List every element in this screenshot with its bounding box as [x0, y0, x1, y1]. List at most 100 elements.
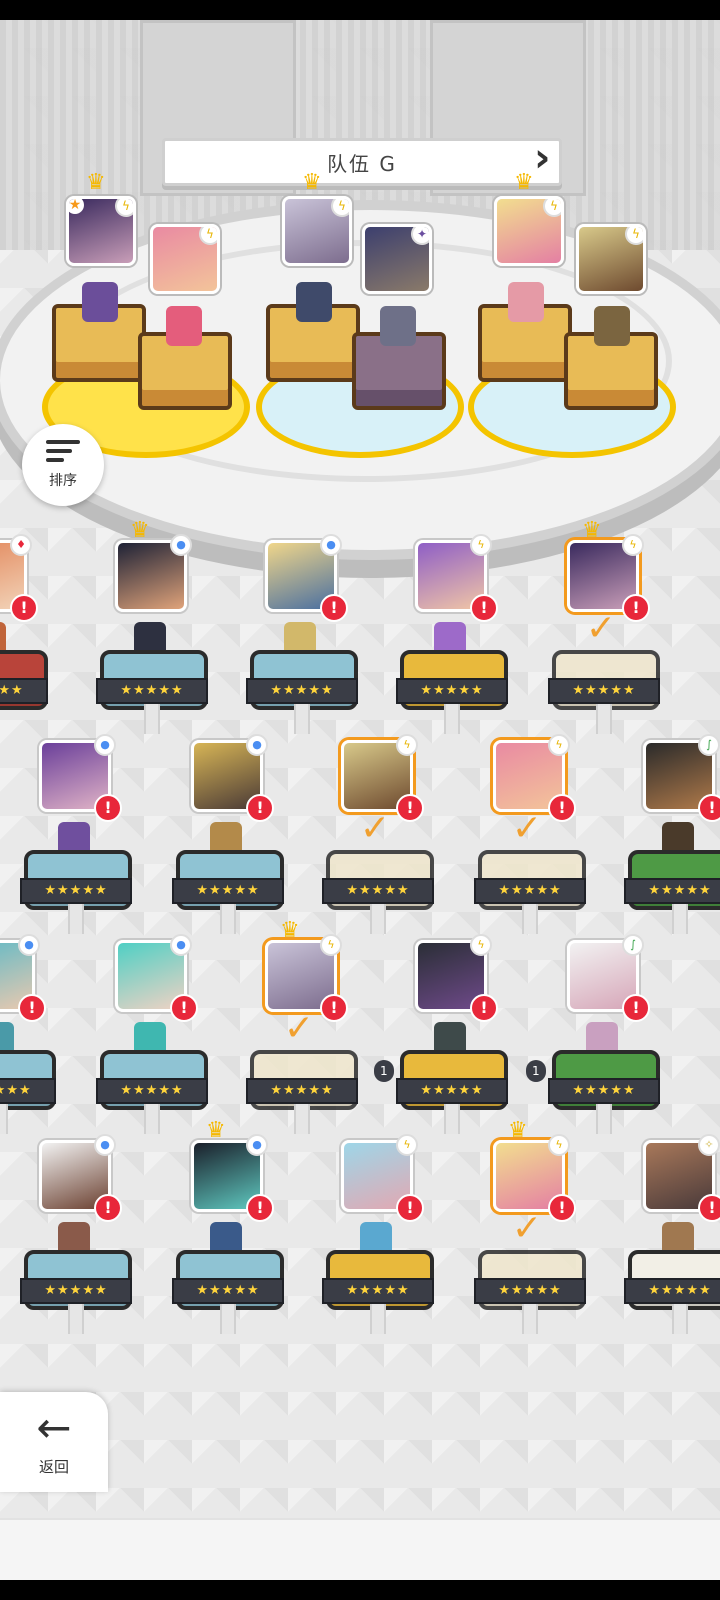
water-element-icon: ● [94, 734, 116, 756]
hero-slot[interactable]: ♛ ϟ ! ✓ ★★★★★ [474, 1118, 588, 1334]
star-rating: ★★★★★ [548, 1078, 660, 1104]
star-rating: ★★★★★ [322, 1278, 434, 1304]
hero-slot[interactable]: ∫ ! 1 ★★★★★ [526, 934, 662, 1134]
hero-slot[interactable]: ● ! ★★★★★ [20, 734, 134, 934]
check-icon: ✓ [283, 1008, 315, 1049]
lineup-portrait[interactable]: ϟ [494, 196, 564, 266]
dark-element-icon: ✦ [411, 227, 429, 245]
lineup-figure[interactable] [508, 282, 544, 322]
warning-icon: ! [170, 994, 198, 1022]
star-rating: ★★★★★ [474, 1278, 586, 1304]
hero-slot[interactable]: ϟ ! ✓ ★★★★★ [322, 734, 436, 934]
hero-slot[interactable]: ϟ ! 1 ★★★★★ [374, 934, 510, 1134]
star-rating: ★★★★★ [624, 878, 720, 904]
lightning-icon: ϟ [548, 734, 570, 756]
star-rating: ★★★★★ [246, 678, 358, 704]
lightning-icon: ϟ [199, 227, 217, 245]
star-rating: ★★★★★ [0, 678, 48, 704]
lineup-portrait[interactable]: ϟ [150, 224, 220, 294]
pedestal-pole [522, 904, 538, 934]
star-rating: ★★★★★ [96, 678, 208, 704]
water-element-icon: ● [246, 1134, 268, 1156]
warning-icon: ! [548, 1194, 576, 1222]
check-icon: ✓ [511, 1208, 543, 1249]
warning-icon: ! [246, 1194, 274, 1222]
sort-button[interactable]: 排序 [22, 424, 104, 506]
hero-slot[interactable]: ϟ ! ✓ ★★★★★ [474, 734, 588, 934]
hero-slot[interactable]: ● ! ★★★★★ [246, 534, 360, 734]
warning-icon: ! [396, 794, 424, 822]
hero-slot[interactable]: ♦ ! ★★★★★ [0, 534, 50, 730]
pedestal-pole [444, 704, 460, 734]
hero-slot[interactable]: ● ! ★★★★★ [96, 934, 210, 1134]
hero-slot[interactable]: ♛ ● ★★★★★ [96, 518, 210, 734]
hero-slot[interactable]: ♛ ● ! ★★★★★ [172, 1118, 286, 1334]
pedestal-pole [596, 1104, 612, 1134]
water-element-icon: ● [320, 534, 342, 556]
next-team-arrow[interactable]: › [534, 138, 556, 182]
lineup-portrait[interactable]: ★ ϟ [66, 196, 136, 266]
level-badge: 1 [526, 1060, 546, 1082]
pedestal-pole [144, 1104, 160, 1134]
pedestal-pole [68, 1304, 84, 1334]
warning-icon: ! [698, 794, 720, 822]
pedestal-pole [370, 1304, 386, 1334]
lightning-icon: ϟ [115, 199, 133, 217]
back-button[interactable]: ← 返回 [0, 1392, 108, 1492]
star-rating: ★★★★★ [20, 1278, 132, 1304]
warning-icon: ! [94, 1194, 122, 1222]
lineup-portrait[interactable]: ϟ [576, 224, 646, 294]
check-icon: ✓ [359, 808, 391, 849]
water-element-icon: ● [94, 1134, 116, 1156]
hero-slot[interactable]: ϟ ! ★★★★★ [322, 1134, 436, 1334]
light-element-icon: ✧ [698, 1134, 720, 1156]
star-rating: ★★★★★ [172, 1278, 284, 1304]
star-rating: ★★★★★ [96, 1078, 208, 1104]
pedestal-pole [68, 904, 84, 934]
warning-icon: ! [622, 594, 650, 622]
hero-slot[interactable]: ♛ ϟ ! ✓ ★★★★★ [246, 918, 360, 1134]
fire-element-icon: ♦ [10, 534, 32, 556]
hero-slot[interactable]: ● ! ★★★★★ [20, 1134, 134, 1334]
lineup-figure[interactable] [82, 282, 118, 322]
lightning-icon: ϟ [622, 534, 644, 556]
lineup-figure[interactable] [166, 306, 202, 346]
check-icon: ✓ [511, 808, 543, 849]
status-bar [0, 0, 720, 20]
warning-icon: ! [470, 594, 498, 622]
lineup-portrait[interactable]: ϟ [282, 196, 352, 266]
pedestal-pole [672, 1304, 688, 1334]
lineup-figure[interactable] [594, 306, 630, 346]
warning-icon: ! [10, 594, 38, 622]
lightning-icon: ϟ [396, 734, 418, 756]
bottom-strip [0, 1518, 720, 1582]
team-name-banner: 队伍 G [162, 138, 562, 186]
lightning-icon: ϟ [625, 227, 643, 245]
pedestal-pole [444, 1104, 460, 1134]
hero-slot[interactable]: ✧ ! ★★★★★ [624, 1134, 720, 1334]
hero-slot[interactable]: ϟ ! ★★★★★ [396, 534, 510, 734]
hero-slot[interactable]: ● ! ★★★★★ [172, 734, 286, 934]
lineup-figure[interactable] [296, 282, 332, 322]
crown-icon: ♛ [302, 170, 322, 195]
star-rating: ★★★★★ [624, 1278, 720, 1304]
star-rating: ★★★★★ [396, 678, 508, 704]
water-element-icon: ● [18, 934, 40, 956]
hero-slot[interactable]: ♛ ϟ ! ✓ ★★★★★ [548, 518, 662, 734]
lightning-icon: ϟ [331, 199, 349, 217]
warning-icon: ! [470, 994, 498, 1022]
star-rating: ★★★★★ [548, 678, 660, 704]
hero-slot[interactable]: ● ! ★★★★★ [0, 934, 58, 1134]
lineup-figure[interactable] [380, 306, 416, 346]
star-rating: ★★★★★ [20, 878, 132, 904]
pedestal-pole [220, 904, 236, 934]
pedestal-pole [596, 704, 612, 734]
water-element-icon: ● [170, 934, 192, 956]
lineup-portrait[interactable]: ✦ [362, 224, 432, 294]
star-icon: ★ [69, 199, 84, 214]
star-rating: ★★★★★ [322, 878, 434, 904]
arrow-left-icon: ← [36, 1402, 72, 1452]
lightning-icon: ϟ [470, 534, 492, 556]
pedestal-pole [370, 904, 386, 934]
hero-slot[interactable]: ∫ ! ★★★★★ [624, 734, 720, 934]
